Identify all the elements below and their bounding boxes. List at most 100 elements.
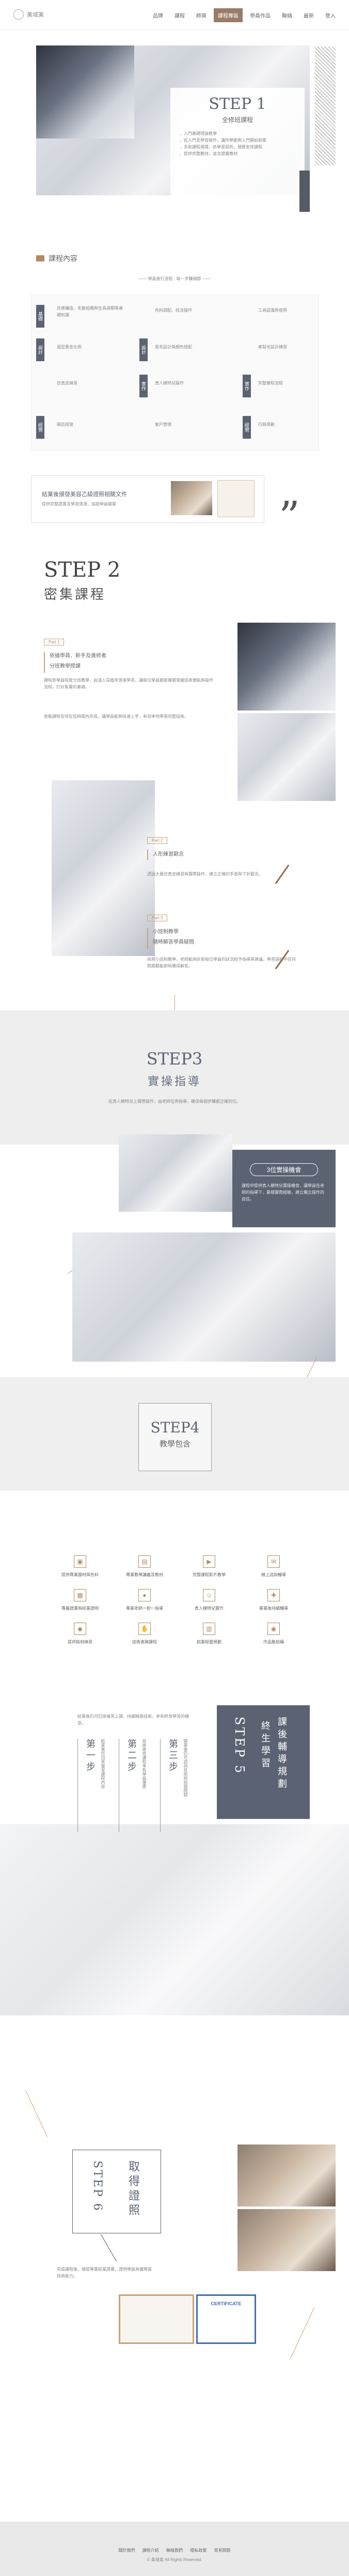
footer-link[interactable]: 聯絡我們 [166, 2548, 183, 2553]
step4-item: ▤ 專業教學講義及教材 [116, 1555, 173, 1578]
step4-item: ✋ 技術進階課程 [116, 1623, 173, 1645]
step2-part3-tag: Part 3 [147, 915, 168, 921]
step5-title-block: STEP 5 課後輔導規劃 終生學習 [217, 1705, 310, 1819]
step1-bullet: ．入門基礎理論教學 [180, 131, 217, 136]
step6-vtext: 取得證照 [126, 2161, 139, 2218]
step1-title: STEP 1 [209, 95, 266, 113]
nav-item-news[interactable]: 最新 [299, 8, 318, 22]
step5-corner-decoration [25, 2090, 48, 2137]
step2-part1-tag: Part 1 [44, 639, 65, 645]
course-note: —— 學員進行流程 · 每一步驟細節 —— [138, 276, 211, 281]
step4-subtitle: 教學包含 [159, 1439, 191, 1448]
course-item: 眉毛設計與顏色搭配 [155, 345, 192, 349]
course-item: 工具認識與使用 [258, 308, 287, 313]
cert-banner-text: 結業後頒發美容乙級證照相關文件 [42, 491, 127, 498]
step2-heading-2: 分班教學授課 [50, 664, 81, 669]
step3-practice-photo [72, 1232, 336, 1362]
step1-bullet: ．從入門至學會操作，讓所學能夠入門開始創業 [180, 138, 266, 143]
step6-class-photo [237, 2145, 336, 2207]
step6-caption: 完成課程後，頒發專業結業證書，證明學員具備專業技術能力。 [57, 2267, 152, 2278]
step5-vtext-2: 終生學習 [260, 1721, 271, 1770]
course-row-tag: 設計 [36, 338, 44, 361]
footer-link[interactable]: 課程介紹 [142, 2548, 159, 2553]
camera-icon: ◉ [267, 1623, 280, 1635]
step4-title: STEP4 [150, 1419, 200, 1436]
chat-icon: ✉ [267, 1555, 280, 1568]
nav-item-teachers[interactable]: 師資 [192, 8, 211, 22]
step1-bullet: ．多款課程選擇，依學習目的、預算安排課程 [180, 145, 262, 149]
step5-background-photo [0, 1824, 349, 2015]
step2-accent-line [44, 652, 45, 673]
cert-banner-sub: 提供完整證書及學習資源，協助學員開業 [42, 502, 116, 506]
step4-item: ▦ 專屬證書與結業證明 [52, 1589, 108, 1611]
book-icon [36, 255, 44, 261]
nav-item-courses[interactable]: 課程 [170, 8, 189, 22]
course-row-tag: 實作 [139, 375, 148, 397]
step2-subtitle: 密集課程 [44, 587, 106, 603]
course-item: 真人模特兒操作 [155, 381, 184, 385]
course-item: 色料調配、技法操作 [155, 308, 192, 313]
course-heading: 課程內容 [36, 253, 77, 264]
step4-item: ● 專業老師一對一指導 [116, 1589, 173, 1611]
step2-pen-photo [52, 780, 155, 956]
top-navbar: 美域美 品牌 課程 師資 課程專區 學員作品 聯絡 最新 登入 [0, 0, 349, 30]
nav-item-brand[interactable]: 品牌 [149, 8, 167, 22]
step5-vtext-1: 課後輔導規劃 [276, 1717, 287, 1791]
footer: 關於我們 課程介紹 聯絡我們 隱私政策 常見問題 © 美域美 All Right… [0, 2522, 349, 2576]
nav-item-student-works[interactable]: 學員作品 [246, 8, 275, 22]
step4-item: ✚ 畢業後持續輔導 [245, 1589, 302, 1611]
step5-title: STEP 5 [232, 1717, 247, 1776]
step6-line-decoration [101, 2234, 117, 2262]
nav-item-course-zone[interactable]: 課程專區 [214, 8, 243, 22]
hand-icon: ✋ [138, 1623, 151, 1635]
supplies-icon: ◆ [74, 1623, 86, 1635]
footer-link[interactable]: 常見問題 [214, 2548, 230, 2553]
footer-links: 關於我們 課程介紹 聯絡我們 隱私政策 常見問題 [0, 2548, 349, 2553]
brand-logo-icon [13, 9, 24, 20]
step2-accent-line-2 [147, 850, 148, 860]
nav-menu: 品牌 課程 師資 課程專區 學員作品 聯絡 最新 登入 [149, 8, 340, 22]
certificate-document-image [217, 480, 255, 517]
step4-item: ◆ 提供耗材練習 [52, 1623, 108, 1645]
step1-subtitle: 全修班課程 [221, 116, 253, 124]
step4-item: ◉ 作品集拍攝 [245, 1623, 302, 1645]
course-row-tag: 經營 [36, 416, 44, 439]
hero-hatch-decoration [315, 47, 336, 165]
step6-title-box: STEP 6 取得證照 [72, 2150, 161, 2233]
step4-item: ▶ 完整課程影片教學 [181, 1555, 237, 1578]
step2-title: STEP 2 [44, 558, 121, 582]
step6-award-photo [237, 2209, 336, 2271]
step2-paragraph: 課程依學員程度分班教學，由淺入深循序漸進學習，讓每位學員都能確實掌握技術要點與操… [44, 678, 213, 689]
step2-paragraph-2: 密集課程安排在短時間內完成，讓學員能夠快速上手，有效率地學習完整技術。 [44, 714, 188, 719]
certificate-icon: ▦ [74, 1589, 86, 1601]
step3-gloves-photo [119, 1134, 232, 1212]
course-row-tag-right: 實作 [243, 375, 251, 397]
step5-intro: 結業後仍可回來複習上課，持續精進技術，享有終身學習的機會。 [77, 1714, 189, 1725]
step1-info-panel: STEP 1 全修班課程 ．入門基礎理論教學 ．從入門至學會操作，讓所學能夠入門… [170, 88, 305, 202]
footer-link[interactable]: 隱私政策 [190, 2548, 207, 2553]
course-item: 仿真皮練習 [57, 381, 77, 385]
certificate-image-2: CERTIFICATE [196, 2294, 256, 2344]
handout-icon: ▤ [138, 1555, 151, 1568]
cert-banner-photo [171, 481, 212, 515]
model-icon: ☺ [203, 1589, 215, 1601]
footer-link[interactable]: 關於我們 [119, 2548, 135, 2553]
step4-item: ▥ 創業經營規劃 [181, 1623, 237, 1645]
book-icon: ▥ [203, 1623, 215, 1635]
step5-col: 第一步 結業後可回來複習課程內容 [77, 1739, 114, 1832]
certificate-image-1 [119, 2294, 194, 2344]
brand-logo[interactable]: 美域美 [13, 9, 44, 20]
step3-info-box: 3位實操機會 課程中提供真人模特兒實操機會，讓學員在老師的指導下，累積實際經驗，… [232, 1150, 336, 1227]
nav-item-login[interactable]: 登入 [321, 8, 340, 22]
step6-triangle-decoration [290, 2307, 315, 2359]
nav-item-contact[interactable]: 聯絡 [278, 8, 296, 22]
course-item: 客戶管理 [155, 422, 171, 427]
step6-title: STEP 6 [91, 2161, 104, 2212]
step2-accent-line-3 [147, 928, 148, 949]
teacher-icon: ● [138, 1589, 151, 1601]
step2-tools-photo [237, 623, 336, 711]
step3-description: 在真人模特兒上實際操作，由老師在旁指導，確保每個步驟都正確到位。 [108, 1099, 241, 1104]
step2-part2-tag: Part 2 [147, 837, 168, 844]
course-row-tag-mid: 設計 [139, 338, 148, 361]
step5-col: 第二步 技術進修課程享有學員優惠 [119, 1739, 155, 1832]
